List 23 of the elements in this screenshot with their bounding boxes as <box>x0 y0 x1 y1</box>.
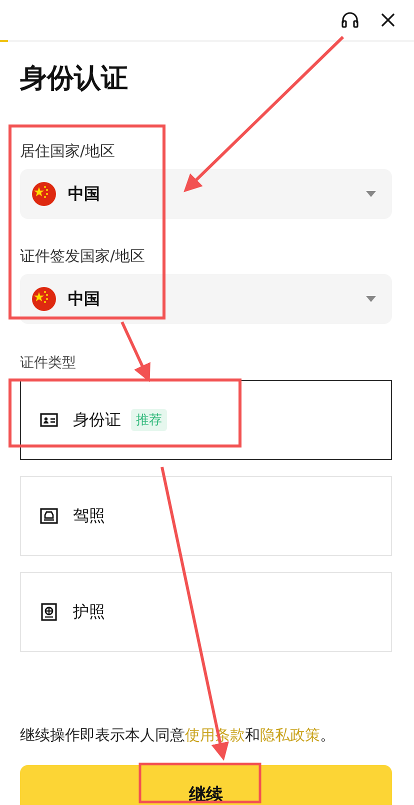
option-label: 身份证 <box>73 410 121 430</box>
country-select[interactable]: 中国 <box>20 274 392 324</box>
annotation-arrow <box>120 321 150 382</box>
document-option[interactable]: 驾照 <box>20 476 392 556</box>
field-label: 居住国家/地区 <box>20 142 116 161</box>
caret-icon <box>366 296 376 302</box>
section-label: 证件类型 <box>20 354 77 372</box>
document-option[interactable]: 身份证 推荐 <box>20 380 392 460</box>
country-select[interactable]: 中国 <box>20 169 392 219</box>
flag-icon <box>32 287 56 311</box>
id-card-icon <box>39 410 59 430</box>
car-icon <box>39 506 59 526</box>
page-title: 身份认证 <box>20 62 129 96</box>
flag-icon <box>32 182 56 206</box>
continue-button[interactable]: 继续 <box>20 765 392 805</box>
headset-icon[interactable] <box>340 10 360 30</box>
option-label: 护照 <box>73 602 105 622</box>
field-label: 证件签发国家/地区 <box>20 247 146 266</box>
caret-icon <box>366 191 376 197</box>
passport-icon <box>39 602 59 622</box>
recommended-tag: 推荐 <box>131 409 167 431</box>
option-label: 驾照 <box>73 506 105 526</box>
document-option[interactable]: 护照 <box>20 572 392 652</box>
